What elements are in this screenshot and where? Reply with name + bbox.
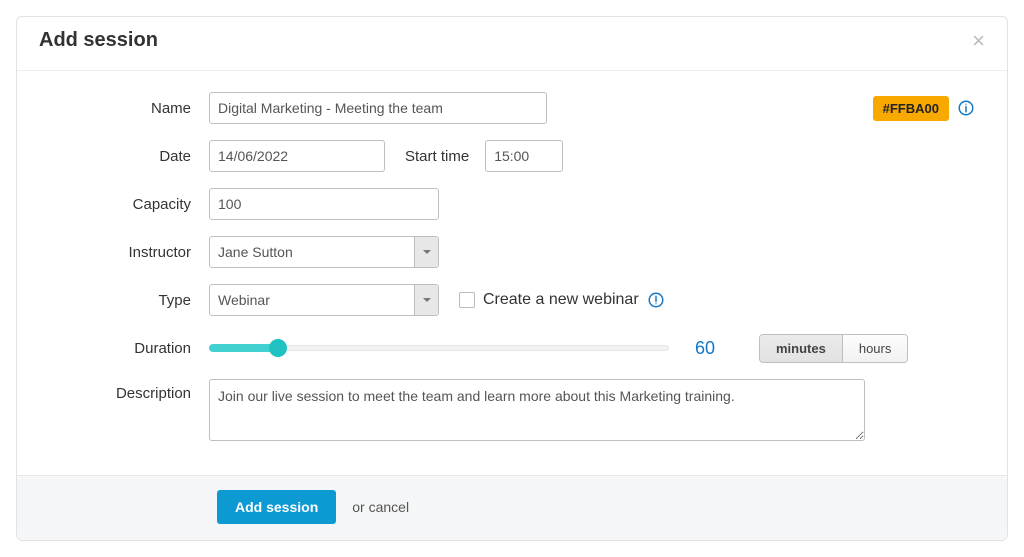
unit-toggle: minutes hours [759, 334, 908, 363]
name-content: #FFBA00 [209, 92, 975, 124]
start-time-input[interactable] [485, 140, 563, 172]
instructor-value[interactable] [209, 236, 439, 268]
slider-fill [209, 344, 278, 352]
row-capacity: Capacity [49, 187, 975, 221]
row-date: Date Start time [49, 139, 975, 173]
row-type: Type Create a new webinar [49, 283, 975, 317]
add-session-button[interactable]: Add session [217, 490, 336, 524]
description-label: Description [49, 379, 209, 402]
info-icon[interactable] [957, 99, 975, 117]
name-input[interactable] [209, 92, 547, 124]
type-label: Type [49, 292, 209, 309]
start-time-label: Start time [405, 148, 469, 165]
instructor-select[interactable] [209, 236, 439, 268]
create-webinar-checkbox[interactable] [459, 292, 475, 308]
cancel-link[interactable]: or cancel [352, 499, 409, 515]
row-name: Name #FFBA00 [49, 91, 975, 125]
exclamation-icon[interactable] [647, 291, 665, 309]
unit-minutes-button[interactable]: minutes [760, 335, 842, 362]
name-label: Name [49, 100, 209, 117]
row-duration: Duration 60 minutes hours [49, 331, 975, 365]
dialog-header: Add session × [17, 17, 1007, 71]
type-select[interactable] [209, 284, 439, 316]
add-session-dialog: Add session × Name #FFBA00 Date Start ti [16, 16, 1008, 541]
duration-slider[interactable] [209, 336, 669, 360]
date-input[interactable] [209, 140, 385, 172]
create-webinar-group: Create a new webinar [459, 291, 665, 309]
row-instructor: Instructor [49, 235, 975, 269]
type-value[interactable] [209, 284, 439, 316]
dialog-title: Add session [39, 29, 158, 52]
capacity-input[interactable] [209, 188, 439, 220]
unit-hours-button[interactable]: hours [842, 335, 908, 362]
close-icon[interactable]: × [972, 30, 985, 52]
duration-label: Duration [49, 340, 209, 357]
chevron-down-icon[interactable] [414, 237, 438, 267]
description-textarea[interactable] [209, 379, 865, 441]
duration-value: 60 [695, 338, 725, 359]
create-webinar-label: Create a new webinar [483, 291, 639, 309]
dialog-body: Name #FFBA00 Date Start time C [17, 71, 1007, 475]
dialog-footer: Add session or cancel [17, 475, 1007, 540]
capacity-label: Capacity [49, 196, 209, 213]
chevron-down-icon[interactable] [414, 285, 438, 315]
slider-thumb[interactable] [269, 339, 287, 357]
row-description: Description [49, 379, 975, 441]
instructor-label: Instructor [49, 244, 209, 261]
date-label: Date [49, 148, 209, 165]
color-badge[interactable]: #FFBA00 [873, 96, 949, 121]
